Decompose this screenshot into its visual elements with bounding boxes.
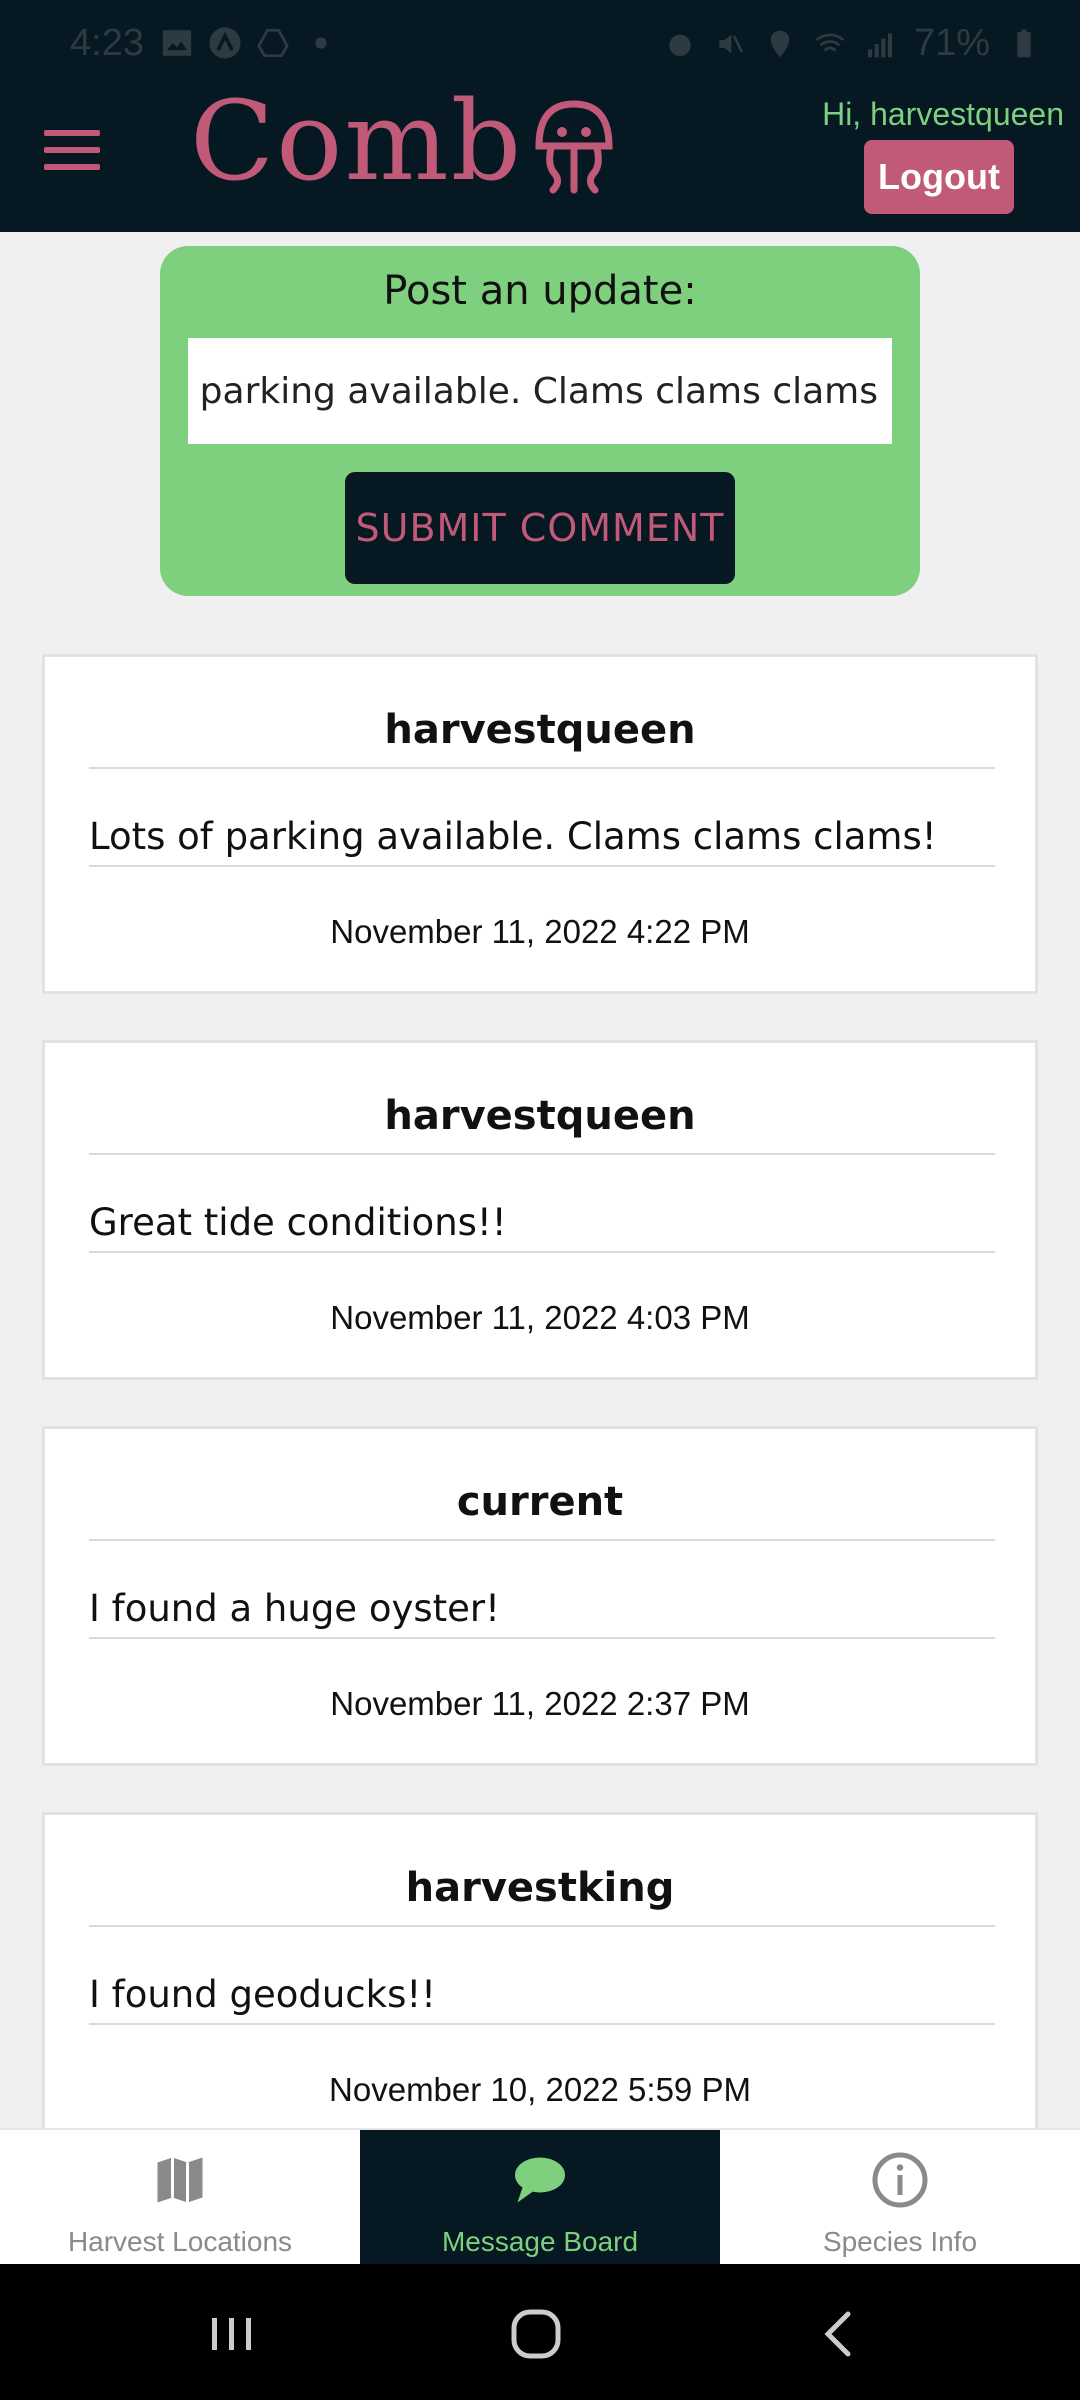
info-icon	[872, 2152, 928, 2208]
chat-bubble-icon	[515, 2157, 565, 2203]
comment-date: November 11, 2022 4:03 PM	[330, 1299, 750, 1336]
tab-message-board[interactable]: Message Board	[360, 2130, 720, 2266]
comment-date: November 10, 2022 5:59 PM	[329, 2071, 751, 2108]
comment-input[interactable]	[188, 338, 892, 444]
location-icon	[770, 30, 790, 57]
comment-author: harvestking	[405, 1865, 675, 1911]
system-navigation-bar	[0, 2264, 1080, 2400]
map-icon	[157, 2157, 203, 2203]
app-notification-icon	[209, 27, 241, 59]
divider	[89, 1251, 995, 1253]
dot-icon	[315, 37, 327, 49]
mute-icon	[719, 34, 744, 53]
wifi-icon	[815, 33, 845, 52]
bottom-tab-bar: Harvest Locations Message Board Species …	[0, 2128, 1080, 2266]
jellyfish-icon	[535, 100, 613, 194]
comment-text: I found geoducks!!	[89, 1973, 437, 2016]
status-bar: 4:23 71%	[0, 0, 1080, 90]
signal-icon	[867, 32, 892, 57]
tab-label: Species Info	[822, 2226, 978, 2257]
tab-species-info[interactable]: Species Info	[720, 2130, 1080, 2266]
comment-text: I found a huge oyster!	[89, 1587, 500, 1630]
divider	[89, 1637, 995, 1639]
comment-card: harvestqueen Lots of parking available. …	[42, 654, 1038, 994]
status-time: 4:23	[70, 22, 144, 64]
app-header: 4:23 71% Comb Hi, harvestqueen Logout	[0, 0, 1080, 232]
divider	[89, 865, 995, 867]
comment-author: harvestqueen	[384, 1093, 696, 1139]
comment-card: harvestqueen Great tide conditions!! Nov…	[42, 1040, 1038, 1380]
hamburger-menu-icon[interactable]	[44, 130, 100, 174]
logout-button[interactable]: Logout	[864, 140, 1014, 214]
tab-harvest-locations[interactable]: Harvest Locations	[0, 2130, 360, 2266]
back-icon[interactable]	[810, 2304, 870, 2364]
divider	[89, 1539, 995, 1541]
comment-card: current I found a huge oyster! November …	[42, 1426, 1038, 1766]
app-logo: Comb	[190, 86, 619, 196]
battery-icon	[1017, 28, 1031, 57]
comment-author: harvestqueen	[384, 707, 696, 753]
tab-label: Message Board	[441, 2226, 639, 2257]
post-update-form: Post an update: SUBMIT COMMENT	[160, 246, 920, 596]
home-icon[interactable]	[506, 2304, 566, 2364]
alarm-icon	[669, 34, 691, 56]
comment-text: Lots of parking available. Clams clams c…	[89, 815, 937, 858]
divider	[89, 1153, 995, 1155]
comment-text: Great tide conditions!!	[89, 1201, 507, 1244]
drive-notification-icon	[257, 28, 289, 58]
post-update-title: Post an update:	[383, 268, 697, 314]
user-greeting: Hi, harvestqueen	[822, 96, 1064, 132]
divider	[89, 767, 995, 769]
divider	[89, 1925, 995, 1927]
logo-text: Comb	[190, 77, 524, 205]
comment-author: current	[456, 1479, 624, 1525]
divider	[89, 2023, 995, 2025]
image-notification-icon	[162, 30, 192, 56]
tab-label: Harvest Locations	[67, 2226, 293, 2257]
submit-comment-button[interactable]: SUBMIT COMMENT	[345, 472, 735, 584]
recent-apps-icon[interactable]	[202, 2304, 262, 2364]
comment-date: November 11, 2022 4:22 PM	[330, 913, 750, 950]
comment-card: harvestking I found geoducks!! November …	[42, 1812, 1038, 2152]
comment-date: November 11, 2022 2:37 PM	[330, 1685, 750, 1722]
battery-level: 71%	[913, 22, 990, 64]
